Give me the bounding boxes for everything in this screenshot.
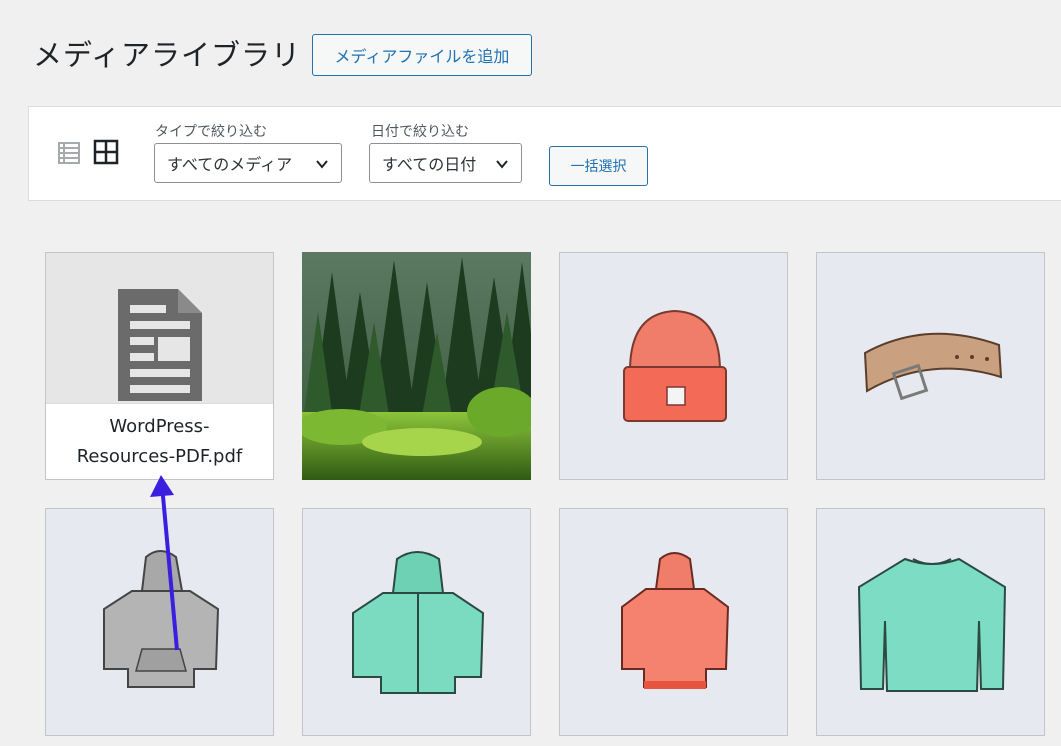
type-filter-value: すべてのメディア — [167, 155, 293, 174]
date-filter-value: すべての日付 — [382, 155, 477, 174]
media-item-red-beanie[interactable] — [559, 252, 788, 480]
media-item-pdf[interactable]: WordPress- Resources-PDF.pdf — [45, 252, 274, 480]
media-item-teal-long-sleeve[interactable] — [816, 508, 1045, 736]
date-filter-label: 日付で絞り込む — [371, 124, 469, 140]
teal-shirt-image — [857, 557, 1007, 692]
date-filter-select[interactable]: すべての日付 — [369, 143, 522, 183]
bulk-select-button[interactable]: 一括選択 — [549, 146, 648, 186]
media-library-page: メディアライブラリ メディアファイルを追加 タイプで絞り込む すべてのメディア … — [0, 0, 1061, 746]
type-filter-select[interactable]: すべてのメディア — [154, 143, 342, 183]
media-item-filename: WordPress- Resources-PDF.pdf — [46, 403, 273, 479]
type-filter-label: タイプで絞り込む — [155, 124, 267, 140]
belt-image — [863, 332, 1003, 401]
red-hoodie-image — [621, 552, 730, 689]
media-toolbar: タイプで絞り込む すべてのメディア 日付で絞り込む すべての日付 一括選択 › — [28, 106, 1061, 201]
forest-image — [302, 252, 531, 480]
media-item-leather-belt[interactable] — [816, 252, 1045, 480]
chevron-down-icon — [496, 160, 508, 169]
grid-view-icon[interactable] — [93, 139, 119, 165]
header: メディアライブラリ メディアファイルを追加 — [0, 0, 612, 97]
media-item-red-hoodie[interactable] — [559, 508, 788, 736]
chevron-down-icon — [316, 160, 328, 169]
media-item-teal-zip-hoodie[interactable] — [302, 508, 531, 736]
teal-hoodie-image — [352, 551, 485, 694]
media-item-gray-hoodie[interactable] — [45, 508, 274, 736]
beanie-image — [623, 309, 727, 422]
page-title: メディアライブラリ — [33, 38, 301, 72]
filename-line-2: Resources-PDF.pdf — [76, 445, 243, 467]
add-new-media-button[interactable]: メディアファイルを追加 — [312, 34, 532, 76]
gray-hoodie-image — [103, 550, 220, 688]
media-item-forest-photo[interactable] — [302, 252, 531, 480]
filename-line-1: WordPress- — [109, 415, 210, 437]
document-icon — [118, 289, 202, 401]
list-view-icon[interactable] — [57, 141, 81, 165]
